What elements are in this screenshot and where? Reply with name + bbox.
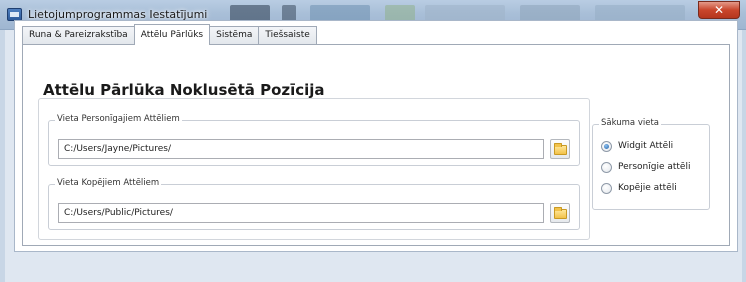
close-icon: ✕ <box>713 3 725 17</box>
radio-button-checked[interactable] <box>601 140 612 152</box>
personal-pictures-path-input[interactable]: C:/Users/Jayne/Pictures/ <box>58 139 544 159</box>
tab-speech-spelling[interactable]: Runa & Pareizrakstība <box>22 26 135 44</box>
folder-icon <box>554 207 567 219</box>
public-pictures-browse-button[interactable] <box>550 203 570 223</box>
personal-pictures-browse-button[interactable] <box>550 139 570 159</box>
radio-label: Personīgie attēli <box>618 162 691 172</box>
tab-online[interactable]: Tiešsaiste <box>258 26 317 44</box>
radio-button[interactable] <box>601 182 612 194</box>
window-left-border <box>0 30 5 282</box>
public-pictures-path-input[interactable]: C:/Users/Public/Pictures/ <box>58 203 544 223</box>
folder-icon <box>554 143 567 155</box>
radio-personal-pictures[interactable]: Personīgie attēli <box>601 160 690 174</box>
panel-heading: Attēlu Pārlūka Noklusētā Pozīcija <box>43 81 325 99</box>
tab-system[interactable]: Sistēma <box>209 26 260 44</box>
close-button[interactable]: ✕ <box>698 1 740 19</box>
radio-button[interactable] <box>601 161 612 173</box>
window-right-border <box>742 30 746 282</box>
personal-pictures-label: Vieta Personīgajiem Attēliem <box>55 114 182 124</box>
settings-tabs: Runa & Pareizrakstība Attēlu Pārlūks Sis… <box>22 24 317 45</box>
public-pictures-label: Vieta Kopējiem Attēliem <box>55 178 162 188</box>
radio-label: Widgit Attēli <box>618 141 674 151</box>
radio-widgit-pictures[interactable]: Widgit Attēli <box>601 139 673 153</box>
radio-label: Kopējie attēli <box>618 183 677 193</box>
tab-image-browser[interactable]: Attēlu Pārlūks <box>133 24 211 45</box>
radio-public-pictures[interactable]: Kopējie attēli <box>601 181 677 195</box>
start-location-label: Sākuma vieta <box>599 118 662 128</box>
